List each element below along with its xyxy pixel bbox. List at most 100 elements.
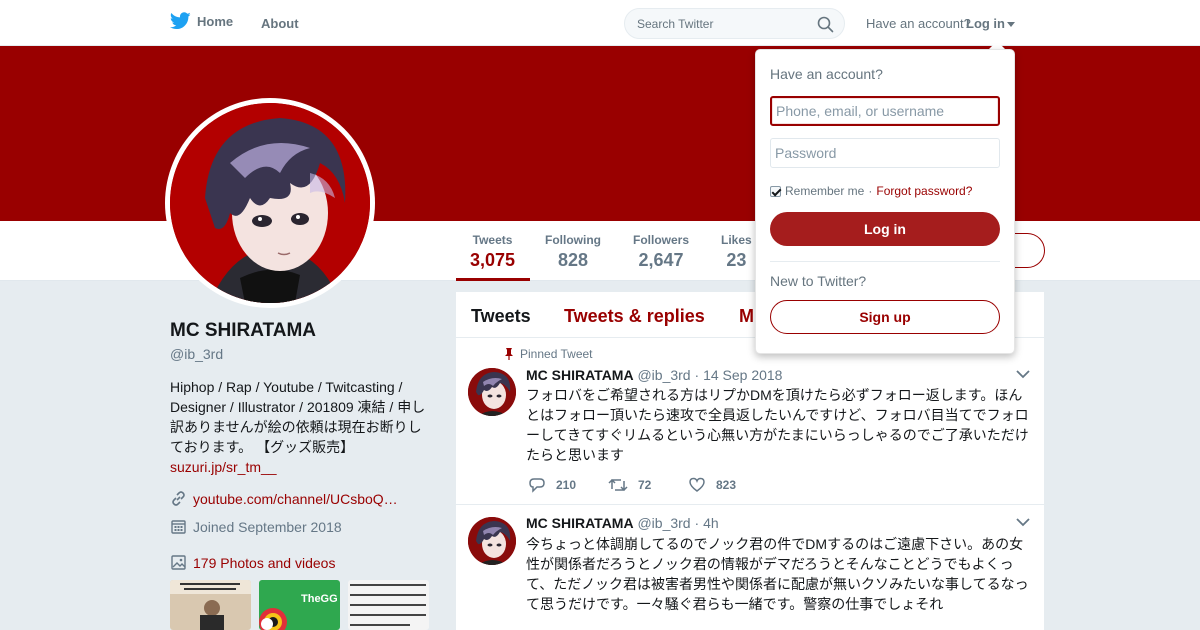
calendar-icon xyxy=(171,520,186,534)
nav-home-label: Home xyxy=(197,13,234,29)
profile-joined-text: Joined September 2018 xyxy=(193,518,342,535)
media-thumbnail[interactable]: TheGG xyxy=(259,580,340,630)
pinned-label: Pinned Tweet xyxy=(520,347,593,361)
profile-avatar[interactable] xyxy=(165,98,375,308)
tab-tweets[interactable]: Tweets xyxy=(471,306,531,327)
tweet-author-name[interactable]: MC SHIRATAMA xyxy=(526,515,634,531)
login-dropdown-toggle[interactable]: Log in xyxy=(966,16,1015,31)
tweet-avatar[interactable] xyxy=(468,368,516,416)
caret-down-icon xyxy=(1007,22,1015,27)
pin-icon xyxy=(505,348,513,360)
profile-website-row: youtube.com/channel/UCsboQ… xyxy=(170,490,398,507)
tweet-timestamp[interactable]: 4h xyxy=(703,515,719,531)
thumbnail-text: TheGG xyxy=(301,593,338,605)
remember-separator: · xyxy=(868,184,873,198)
stat-tweets-label: Tweets xyxy=(472,233,513,247)
photo-icon xyxy=(171,555,186,570)
tweet-item[interactable]: MC SHIRATAMA @ib_3rd · 4h 今ちょっと体調崩してるのでノ… xyxy=(456,505,1044,630)
tweet-separator: · xyxy=(694,367,700,383)
tweet-header: MC SHIRATAMA @ib_3rd · 14 Sep 2018 xyxy=(526,367,782,383)
tweet-text-line: たらと思います xyxy=(526,447,624,463)
bio-line: 訳ありませんが絵の依頼は現在お断りし xyxy=(170,419,422,435)
chevron-down-icon[interactable] xyxy=(1016,369,1030,379)
profile-bio: Hiphop / Rap / Youtube / Twitcasting / D… xyxy=(170,377,432,477)
tweet-text: 今ちょっと体調崩してるのでノック君の件でDMするのはご遠慮下さい。あの女 性が関… xyxy=(526,534,1031,614)
twitter-bird-icon xyxy=(170,12,191,30)
stat-following-value: 828 xyxy=(557,250,589,270)
have-account-text: Have an account? xyxy=(866,16,971,31)
stat-followers-label: Followers xyxy=(633,233,690,247)
dropdown-title: Have an account? xyxy=(770,66,883,82)
stat-followers[interactable]: Followers 2,647 xyxy=(633,233,689,271)
profile-joined-row: Joined September 2018 xyxy=(170,518,342,535)
tweet-timestamp[interactable]: 14 Sep 2018 xyxy=(703,367,782,383)
signup-button[interactable]: Sign up xyxy=(770,300,1000,334)
nav-about-link[interactable]: About xyxy=(261,16,299,31)
reply-button[interactable]: 210 xyxy=(528,477,608,493)
tweet-text-line: 性が関係者だろうとノック君の情報がデマだろうとそんなことどうでもよくっ xyxy=(526,556,1014,572)
tweet-separator: · xyxy=(694,515,700,531)
tweet-author-handle[interactable]: @ib_3rd xyxy=(637,515,690,531)
retweet-count: 72 xyxy=(638,478,652,492)
stat-likes[interactable]: Likes 23 xyxy=(721,233,752,271)
tweet-text-line: とはフォロー頂いたら速攻で全員返したいんですけど、フォロバ目当てでフォロ xyxy=(526,407,1029,423)
tweet-item[interactable]: Pinned Tweet MC SHIRATAMA @ib_3rd · 14 S… xyxy=(456,339,1044,505)
tweet-text-line: 今ちょっと体調崩してるのでノック君の件でDMするのはご遠慮下さい。あの女 xyxy=(526,536,1024,552)
stat-following-label: Following xyxy=(545,233,601,247)
photo-thumbnails: TheGG xyxy=(170,580,429,630)
tweet-text: フォロバをご希望される方はリプかDMを頂けたら必ずフォロー返します。ほん とはフ… xyxy=(526,385,1031,465)
pinned-indicator: Pinned Tweet xyxy=(504,347,593,361)
login-button[interactable]: Log in xyxy=(770,212,1000,246)
profile-name[interactable]: MC SHIRATAMA xyxy=(170,320,316,342)
like-count: 823 xyxy=(716,478,737,492)
chevron-down-icon[interactable] xyxy=(1016,517,1030,527)
stat-likes-label: Likes xyxy=(721,233,752,247)
profile-handle[interactable]: @ib_3rd xyxy=(170,346,223,362)
tweet-text-line: て、ただノック君は被害者男性や関係者に配慮が無いクソみたいな事してるなっ xyxy=(526,576,1029,592)
tweet-actions: 210 72 823 xyxy=(528,477,768,493)
tweet-avatar[interactable] xyxy=(468,517,516,565)
tweet-author-handle[interactable]: @ib_3rd xyxy=(637,367,690,383)
stat-tweets-value: 3,075 xyxy=(470,250,516,270)
stat-likes-value: 23 xyxy=(726,250,747,270)
stat-tweets[interactable]: Tweets 3,075 xyxy=(470,233,515,271)
tab-media[interactable]: M xyxy=(739,306,754,327)
search-box xyxy=(624,8,845,39)
bio-line: Designer / Illustrator / 201809 凍結 / 申し xyxy=(170,399,426,415)
avatar-illustration xyxy=(170,103,370,303)
tweet-header: MC SHIRATAMA @ib_3rd · 4h xyxy=(526,515,719,531)
retweet-button[interactable]: 72 xyxy=(608,477,688,493)
new-to-twitter-text: New to Twitter? xyxy=(770,273,867,289)
tab-tweets-and-replies[interactable]: Tweets & replies xyxy=(564,306,705,327)
reply-icon xyxy=(529,478,545,493)
password-field[interactable] xyxy=(770,138,1000,168)
heart-icon xyxy=(689,477,705,492)
tweet-author-name[interactable]: MC SHIRATAMA xyxy=(526,367,634,383)
profile-photos-link[interactable]: 179 Photos and videos xyxy=(193,555,335,571)
top-navigation-bar: Home About Have an account? Log in xyxy=(0,0,1200,46)
username-field[interactable] xyxy=(770,96,1000,126)
search-input[interactable] xyxy=(625,9,805,38)
tweet-text-line: て思うだけです。一々騒ぐ君らも一緒です。警察の仕事でしょそれ xyxy=(526,596,944,612)
remember-me-checkbox[interactable] xyxy=(770,185,781,197)
retweet-icon xyxy=(608,478,628,492)
forgot-password-link[interactable]: Forgot password? xyxy=(876,184,972,198)
login-dropdown: Have an account? Remember me · Forgot pa… xyxy=(755,49,1015,354)
media-thumbnail[interactable] xyxy=(170,580,251,630)
stat-following[interactable]: Following 828 xyxy=(545,233,601,271)
media-thumbnail[interactable] xyxy=(348,580,429,630)
profile-photos-row: 179 Photos and videos xyxy=(170,554,335,571)
like-button[interactable]: 823 xyxy=(688,477,768,493)
bio-line: Hiphop / Rap / Youtube / Twitcasting / xyxy=(170,379,403,395)
login-toggle-label: Log in xyxy=(966,16,1005,31)
bio-line: ております。 【グッズ販売】 xyxy=(170,439,355,455)
remember-me-row: Remember me · Forgot password? xyxy=(770,184,972,198)
reply-count: 210 xyxy=(556,478,577,492)
profile-website-link[interactable]: youtube.com/channel/UCsboQ… xyxy=(193,491,398,507)
remember-me-label[interactable]: Remember me xyxy=(785,184,864,198)
bio-link[interactable]: suzuri.jp/sr_tm__ xyxy=(170,457,432,477)
search-icon[interactable] xyxy=(817,16,834,33)
nav-home-link[interactable]: Home xyxy=(170,12,233,30)
tweet-text-line: フォロバをご希望される方はリプかDMを頂けたら必ずフォロー返します。ほん xyxy=(526,387,1023,403)
dropdown-divider xyxy=(770,261,1000,262)
